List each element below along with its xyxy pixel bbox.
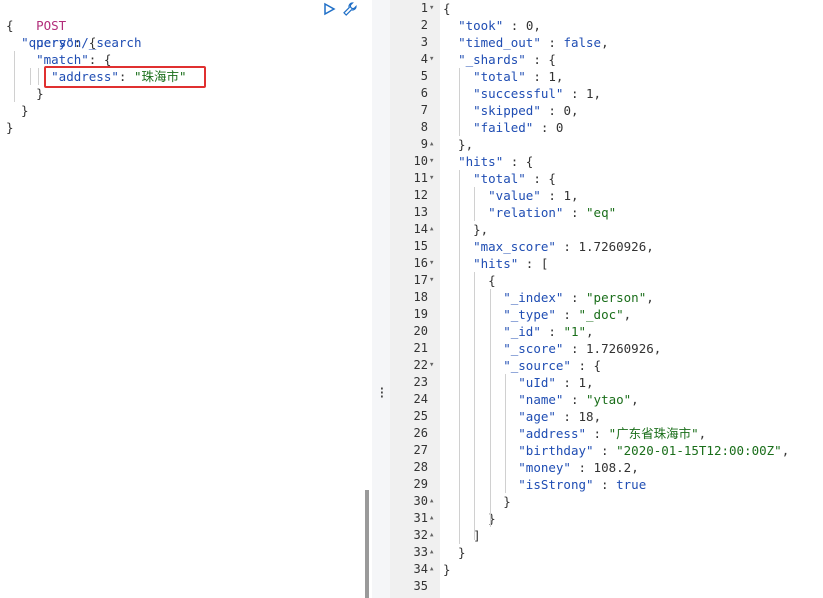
highlight-box xyxy=(44,66,206,88)
response-line: { xyxy=(443,1,451,16)
response-line: } xyxy=(443,562,451,577)
response-line: "_type" : "_doc", xyxy=(503,307,632,322)
fold-up-icon[interactable]: ▴ xyxy=(429,561,434,578)
line-number: 34 xyxy=(413,562,428,576)
line-number: 11 xyxy=(413,171,428,185)
response-line: "timed_out" : false, xyxy=(458,35,609,50)
fold-down-icon[interactable]: ▾ xyxy=(429,272,434,289)
response-line: "_id" : "1", xyxy=(503,324,594,339)
indent-guide xyxy=(474,272,475,540)
response-line: { xyxy=(443,273,496,288)
drag-handle-icon[interactable]: · · · xyxy=(378,383,386,404)
response-line: "money" : 108.2, xyxy=(518,460,639,475)
fold-down-icon[interactable]: ▾ xyxy=(429,255,434,272)
response-line: "_source" : { xyxy=(503,358,602,373)
request-line-header: POST person/_search xyxy=(6,0,141,50)
line-number: 22 xyxy=(413,358,428,372)
scrollbar[interactable] xyxy=(365,490,369,598)
request-line: } xyxy=(6,120,14,135)
line-number: 9 xyxy=(420,137,428,151)
line-number: 29 xyxy=(413,477,428,491)
line-number: 4 xyxy=(420,52,428,66)
line-number: 18 xyxy=(413,290,428,304)
line-number: 17 xyxy=(413,273,428,287)
line-number: 28 xyxy=(413,460,428,474)
line-number: 26 xyxy=(413,426,428,440)
response-line: } xyxy=(443,545,466,560)
line-number: 1 xyxy=(420,1,428,15)
line-number: 19 xyxy=(413,307,428,321)
fold-down-icon[interactable]: ▾ xyxy=(429,170,434,187)
line-number: 14 xyxy=(413,222,428,236)
line-number: 12 xyxy=(413,188,428,202)
line-number: 13 xyxy=(413,205,428,219)
response-line: } xyxy=(443,511,496,526)
fold-up-icon[interactable]: ▴ xyxy=(429,527,434,544)
line-number: 20 xyxy=(413,324,428,338)
request-editor-panel[interactable]: POST person/_search { "query": { "match"… xyxy=(0,0,372,598)
wrench-icon[interactable] xyxy=(342,1,358,20)
line-number: 30 xyxy=(413,494,428,508)
response-line: "relation" : "eq" xyxy=(488,205,617,220)
fold-down-icon[interactable]: ▾ xyxy=(429,51,434,68)
fold-down-icon[interactable]: ▾ xyxy=(429,153,434,170)
line-number: 32 xyxy=(413,528,428,542)
fold-up-icon[interactable]: ▴ xyxy=(429,493,434,510)
indent-guide xyxy=(505,374,506,493)
line-number: 25 xyxy=(413,409,428,423)
line-number: 16 xyxy=(413,256,428,270)
indent-guide xyxy=(459,170,460,544)
line-number: 6 xyxy=(420,86,428,100)
response-line: "uId" : 1, xyxy=(518,375,594,390)
response-line: }, xyxy=(443,137,474,152)
line-number: 31 xyxy=(413,511,428,525)
response-line: "hits" : { xyxy=(458,154,534,169)
line-number: 2 xyxy=(420,18,428,32)
response-line: "birthday" : "2020-01-15T12:00:00Z", xyxy=(518,443,790,458)
response-line: "_shards" : { xyxy=(458,52,556,67)
line-number: 8 xyxy=(420,120,428,134)
request-line: { xyxy=(6,18,14,33)
response-line: } xyxy=(443,494,511,509)
response-line: "name" : "ytao", xyxy=(518,392,639,407)
play-icon[interactable] xyxy=(322,2,336,19)
response-line: "failed" : 0 xyxy=(473,120,564,135)
panel-splitter[interactable] xyxy=(372,0,390,598)
line-number: 3 xyxy=(420,35,428,49)
response-line: "address" : "广东省珠海市", xyxy=(518,426,707,441)
fold-down-icon[interactable]: ▾ xyxy=(429,357,434,374)
line-number: 24 xyxy=(413,392,428,406)
fold-up-icon[interactable]: ▴ xyxy=(429,510,434,527)
response-line: "max_score" : 1.7260926, xyxy=(473,239,654,254)
line-number: 7 xyxy=(420,103,428,117)
line-number: 33 xyxy=(413,545,428,559)
request-line: } xyxy=(6,103,29,118)
fold-up-icon[interactable]: ▴ xyxy=(429,221,434,238)
response-line: "total" : 1, xyxy=(473,69,564,84)
line-number: 27 xyxy=(413,443,428,457)
line-number: 15 xyxy=(413,239,428,253)
fold-down-icon[interactable]: ▾ xyxy=(429,0,434,17)
line-number: 5 xyxy=(420,69,428,83)
response-line: "age" : 18, xyxy=(518,409,602,424)
http-method: POST xyxy=(36,18,67,33)
response-line: "value" : 1, xyxy=(488,188,579,203)
response-line: "took" : 0, xyxy=(458,18,541,33)
response-line: }, xyxy=(443,222,489,237)
line-number: 35 xyxy=(413,579,428,593)
response-line: "_score" : 1.7260926, xyxy=(503,341,662,356)
response-line: "skipped" : 0, xyxy=(473,103,579,118)
request-line: "query": { xyxy=(21,35,97,50)
fold-up-icon[interactable]: ▴ xyxy=(429,136,434,153)
fold-up-icon[interactable]: ▴ xyxy=(429,544,434,561)
indent-guide xyxy=(490,289,491,527)
line-number: 10 xyxy=(413,154,428,168)
indent-guide xyxy=(459,68,460,136)
line-number: 23 xyxy=(413,375,428,389)
indent-guide xyxy=(474,187,475,221)
line-number: 21 xyxy=(413,341,428,355)
response-line: "successful" : 1, xyxy=(473,86,602,101)
request-line: } xyxy=(6,86,44,101)
